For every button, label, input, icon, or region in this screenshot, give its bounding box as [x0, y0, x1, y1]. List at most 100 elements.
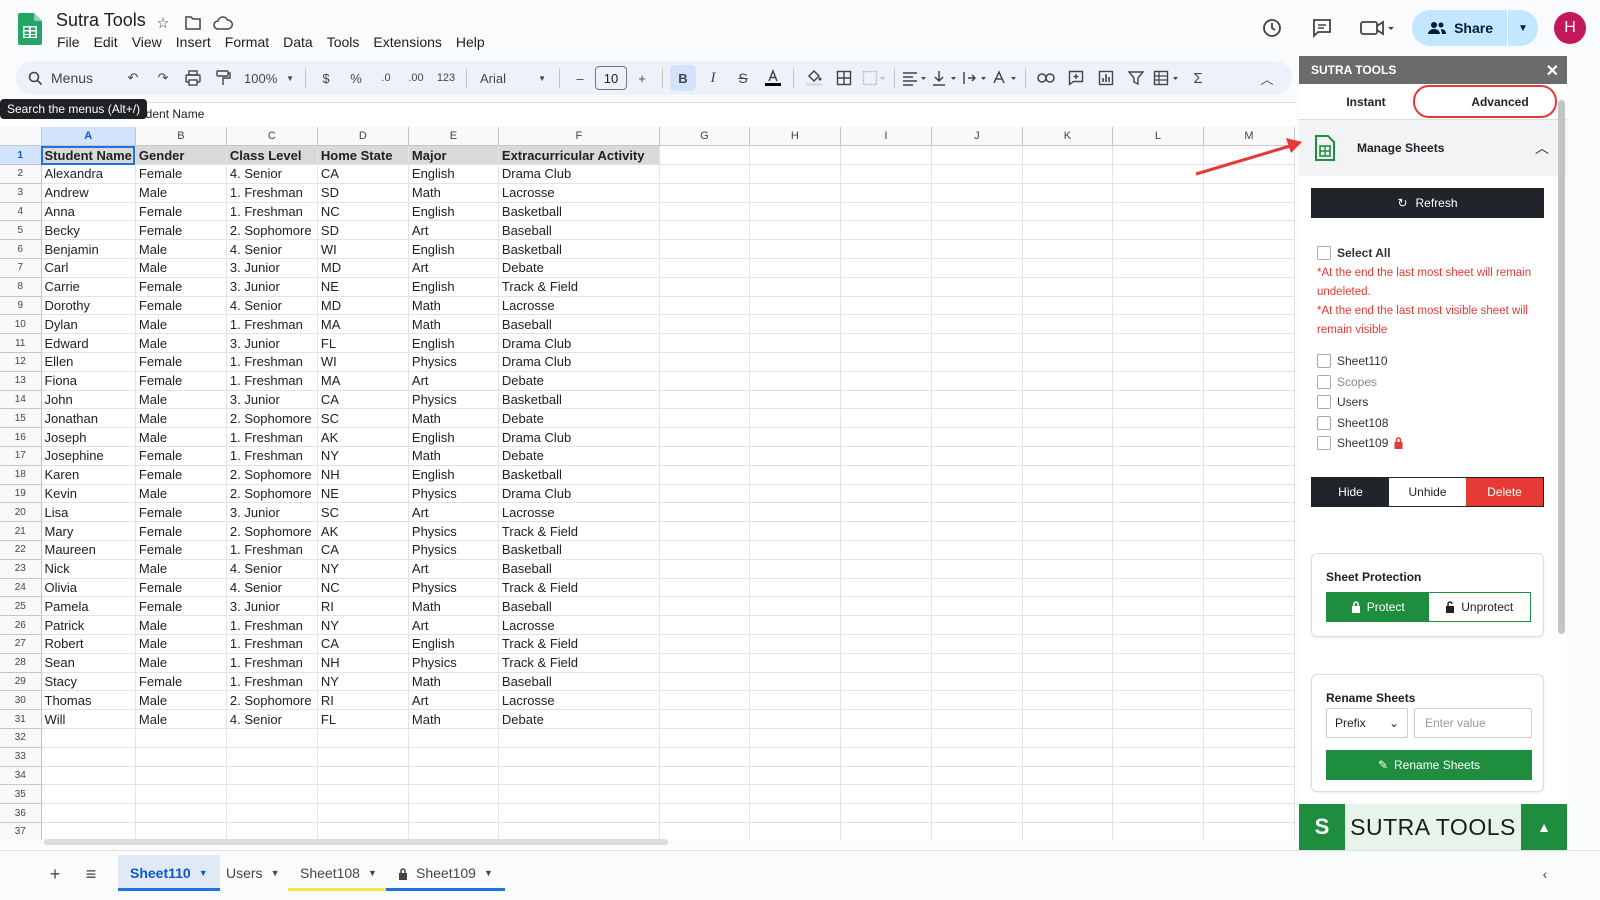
- row-number[interactable]: 36: [0, 803, 42, 823]
- cell[interactable]: [1203, 277, 1295, 297]
- cell[interactable]: Female: [135, 202, 227, 222]
- comments-icon[interactable]: [1302, 8, 1342, 48]
- cell[interactable]: [749, 784, 841, 805]
- cell[interactable]: FL: [317, 709, 409, 729]
- cell[interactable]: [659, 615, 750, 636]
- cell[interactable]: [931, 164, 1023, 184]
- cell[interactable]: [840, 145, 932, 166]
- cell[interactable]: [840, 484, 932, 504]
- cell[interactable]: English: [408, 465, 499, 485]
- print-icon[interactable]: [180, 65, 206, 91]
- cell[interactable]: [135, 822, 227, 840]
- cell[interactable]: [659, 709, 750, 729]
- cell[interactable]: [1112, 484, 1204, 504]
- cell[interactable]: [226, 747, 318, 767]
- cell[interactable]: [749, 578, 841, 598]
- cell[interactable]: [749, 615, 841, 636]
- cell[interactable]: [659, 446, 750, 466]
- cell[interactable]: Female: [135, 465, 227, 485]
- cell[interactable]: [659, 390, 750, 410]
- rename-value-input[interactable]: Enter value: [1414, 708, 1532, 738]
- cell[interactable]: 1. Freshman: [226, 427, 318, 448]
- increase-font-size-button[interactable]: +: [629, 65, 655, 91]
- font-family-select[interactable]: Arial ▼: [474, 65, 552, 91]
- cell[interactable]: Ellen: [41, 352, 136, 372]
- manage-sheets-header[interactable]: Manage Sheets ︿: [1299, 120, 1567, 176]
- cell[interactable]: RI: [317, 596, 409, 617]
- cell[interactable]: [1022, 164, 1113, 184]
- cell[interactable]: English: [408, 239, 499, 260]
- column-header[interactable]: A: [41, 127, 136, 147]
- cell[interactable]: [317, 728, 409, 748]
- cell[interactable]: [931, 747, 1023, 767]
- row-number[interactable]: 5: [0, 220, 42, 241]
- cell[interactable]: [840, 578, 932, 598]
- menu-insert[interactable]: Insert: [169, 34, 218, 50]
- cell[interactable]: [931, 390, 1023, 410]
- sheet-checkbox-row[interactable]: Scopes: [1317, 374, 1377, 389]
- cell[interactable]: [1203, 427, 1295, 448]
- cell[interactable]: Will: [41, 709, 136, 729]
- cell[interactable]: Extracurricular Activity: [498, 145, 660, 166]
- row-number[interactable]: 10: [0, 314, 42, 335]
- cell[interactable]: 2. Sophomore: [226, 465, 318, 485]
- cell[interactable]: [749, 183, 841, 203]
- row-number[interactable]: 13: [0, 371, 42, 391]
- cell[interactable]: [931, 239, 1023, 260]
- cell[interactable]: [659, 352, 750, 372]
- cell[interactable]: [41, 747, 136, 767]
- cell[interactable]: Fiona: [41, 371, 136, 391]
- cell[interactable]: NE: [317, 277, 409, 297]
- number-format-button[interactable]: 123: [433, 65, 459, 91]
- chevron-up-icon[interactable]: ▲: [1521, 804, 1567, 850]
- cell[interactable]: Art: [408, 371, 499, 391]
- cell[interactable]: [659, 540, 750, 560]
- cell[interactable]: [749, 333, 841, 354]
- cell[interactable]: CA: [317, 634, 409, 654]
- cell[interactable]: [659, 822, 750, 840]
- cell[interactable]: Track & Field: [498, 521, 660, 542]
- cell[interactable]: [840, 728, 932, 748]
- cell[interactable]: Carl: [41, 258, 136, 278]
- cell[interactable]: [1022, 202, 1113, 222]
- cell[interactable]: [1203, 615, 1295, 636]
- row-number[interactable]: 34: [0, 766, 42, 786]
- cell[interactable]: AK: [317, 427, 409, 448]
- cell[interactable]: [226, 803, 318, 823]
- cell[interactable]: 1. Freshman: [226, 653, 318, 673]
- row-number[interactable]: 12: [0, 352, 42, 372]
- cell[interactable]: [135, 784, 227, 805]
- cell[interactable]: [749, 277, 841, 297]
- cell[interactable]: Robert: [41, 634, 136, 654]
- cell[interactable]: Benjamin: [41, 239, 136, 260]
- cell[interactable]: [931, 484, 1023, 504]
- cell[interactable]: [659, 183, 750, 203]
- column-header[interactable]: C: [226, 127, 318, 147]
- cell[interactable]: [659, 747, 750, 767]
- sheet-tab[interactable]: Users ▼: [214, 855, 291, 891]
- rename-mode-select[interactable]: Prefix ⌄: [1326, 708, 1408, 738]
- row-number[interactable]: 25: [0, 596, 42, 617]
- select-all-corner[interactable]: [0, 127, 42, 147]
- filter-icon[interactable]: [1123, 65, 1149, 91]
- cell[interactable]: 1. Freshman: [226, 314, 318, 335]
- cell[interactable]: [749, 202, 841, 222]
- cell[interactable]: [1022, 784, 1113, 805]
- cell[interactable]: [1022, 766, 1113, 786]
- cell[interactable]: [408, 728, 499, 748]
- cell[interactable]: SD: [317, 220, 409, 241]
- cell[interactable]: [749, 540, 841, 560]
- cell[interactable]: [749, 371, 841, 391]
- menu-file[interactable]: File: [50, 34, 87, 50]
- cell[interactable]: [659, 634, 750, 654]
- cell[interactable]: [1203, 540, 1295, 560]
- cell[interactable]: [1112, 446, 1204, 466]
- cell[interactable]: [931, 822, 1023, 840]
- menu-view[interactable]: View: [125, 34, 169, 50]
- cell[interactable]: [749, 728, 841, 748]
- menu-extensions[interactable]: Extensions: [366, 34, 448, 50]
- decrease-font-size-button[interactable]: –: [567, 65, 593, 91]
- cell[interactable]: 3. Junior: [226, 258, 318, 278]
- cell[interactable]: [840, 766, 932, 786]
- cell[interactable]: Track & Field: [498, 653, 660, 673]
